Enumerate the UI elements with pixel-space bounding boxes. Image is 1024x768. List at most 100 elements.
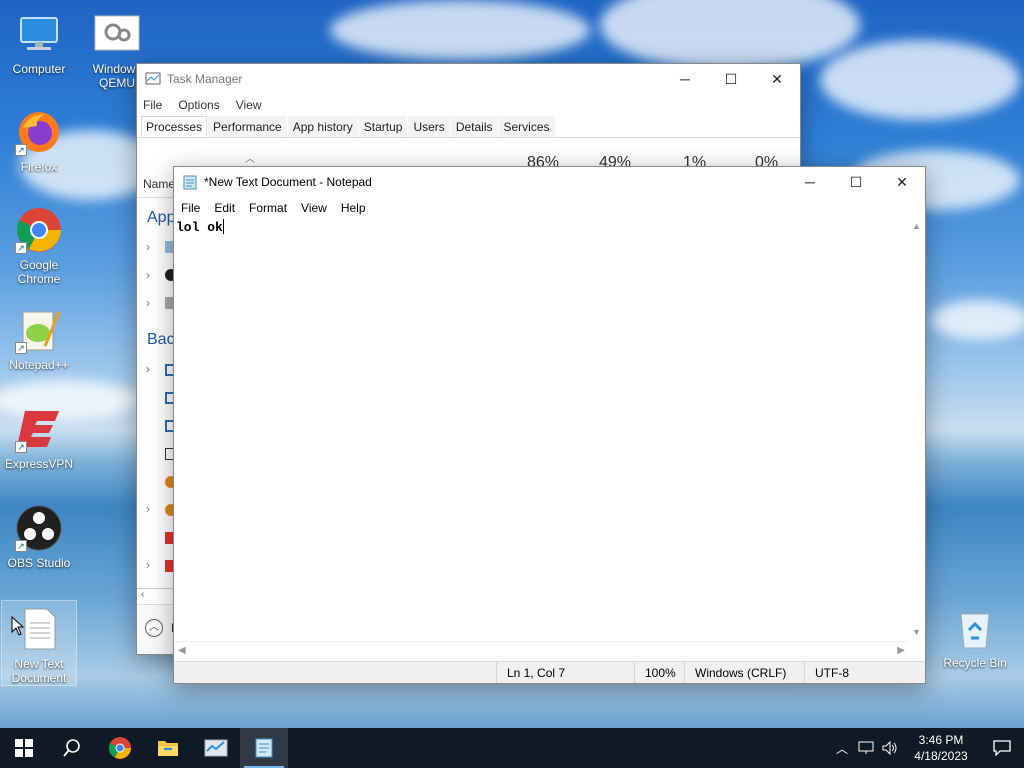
volume-icon[interactable]: [878, 741, 902, 755]
notification-icon: [993, 740, 1011, 756]
maximize-button[interactable]: ☐: [708, 64, 754, 94]
tab-details[interactable]: Details: [450, 116, 498, 137]
taskbar-task-manager[interactable]: [192, 728, 240, 768]
taskbar-file-explorer[interactable]: [144, 728, 192, 768]
search-button[interactable]: [48, 728, 96, 768]
shortcut-arrow-icon: ↗: [15, 540, 27, 552]
horizontal-scrollbar[interactable]: ◀ ▶: [174, 641, 909, 661]
status-position: Ln 1, Col 7: [496, 662, 634, 683]
desktop-icon-label: Recycle Bin: [943, 656, 1007, 670]
desktop-icon-label: Notepad++: [9, 358, 69, 372]
chrome-icon: [108, 737, 131, 759]
desktop-icon-label: ExpressVPN: [4, 457, 74, 471]
scroll-up-icon[interactable]: ▲: [912, 221, 921, 231]
tab-app-history[interactable]: App history: [287, 116, 358, 137]
name-column-header[interactable]: Name: [143, 177, 175, 191]
chrome-icon: ↗: [15, 206, 63, 254]
notepad-menubar: File Edit Format View Help: [174, 197, 925, 219]
close-icon: ✕: [896, 173, 908, 190]
desktop-icon-recycle-bin[interactable]: Recycle Bin: [937, 600, 1013, 686]
tab-startup[interactable]: Startup: [358, 116, 408, 137]
desktop-icon-notepad-plus-plus[interactable]: ↗ Notepad++: [1, 302, 77, 388]
scroll-left-icon[interactable]: ◀: [178, 645, 186, 656]
status-line-ending: Windows (CRLF): [684, 662, 804, 683]
scroll-left-icon: ‹: [141, 589, 145, 600]
scroll-right-icon[interactable]: ▶: [897, 645, 905, 656]
show-hidden-icons-chevron-icon[interactable]: ︿: [830, 740, 854, 757]
minimize-button[interactable]: ─: [662, 64, 708, 94]
tab-services[interactable]: Services: [498, 116, 555, 137]
text-editor[interactable]: lol ok: [174, 219, 909, 639]
tab-users[interactable]: Users: [408, 116, 450, 137]
maximize-icon: ☐: [724, 70, 738, 87]
windows-logo-icon: [15, 739, 33, 757]
notepad-title: *New Text Document - Notepad: [204, 175, 372, 189]
desktop-icon-label-line2: QEMU: [99, 76, 135, 90]
menu-view[interactable]: View: [236, 98, 262, 112]
menu-edit[interactable]: Edit: [214, 201, 235, 215]
vertical-scrollbar[interactable]: ▲ ▼: [909, 219, 925, 639]
expand-chevron-icon[interactable]: ›: [146, 362, 150, 376]
desktop-icon-google-chrome[interactable]: ↗ Google Chrome: [1, 202, 77, 288]
close-button[interactable]: ✕: [879, 167, 925, 197]
apps-section-heading: App: [147, 209, 176, 226]
clock-time: 3:46 PM: [918, 733, 964, 747]
expand-chevron-icon[interactable]: ›: [146, 502, 150, 516]
horizontal-scrollbar[interactable]: ‹: [137, 588, 175, 604]
menu-format[interactable]: Format: [249, 201, 287, 215]
fewer-details-icon[interactable]: ︿: [145, 619, 163, 637]
taskbar-clock[interactable]: 3:46 PM 4/18/2023: [902, 732, 980, 764]
menu-help[interactable]: Help: [341, 201, 366, 215]
desktop-icon-label: OBS Studio: [7, 556, 71, 570]
menu-file[interactable]: File: [181, 201, 200, 215]
desktop-icon-computer[interactable]: Computer: [1, 6, 77, 92]
firefox-icon: ↗: [15, 108, 63, 156]
network-icon[interactable]: [854, 741, 878, 755]
task-manager-icon: [145, 72, 161, 85]
desktop-icon-label: Firefox: [20, 160, 58, 174]
shortcut-arrow-icon: ↗: [15, 342, 27, 354]
menu-file[interactable]: File: [143, 98, 162, 112]
clock-date: 4/18/2023: [914, 749, 968, 763]
desktop-icon-firefox[interactable]: ↗ Firefox: [1, 104, 77, 190]
recycle-bin-icon: [951, 604, 999, 652]
taskbar-chrome[interactable]: [96, 728, 144, 768]
desktop-icon-obs-studio[interactable]: ↗ OBS Studio: [1, 500, 77, 586]
start-button[interactable]: [0, 728, 48, 768]
notepad-window[interactable]: *New Text Document - Notepad ─ ☐ ✕ File …: [173, 166, 926, 684]
taskbar: ︿ 3:46 PM 4/18/2023: [0, 728, 1024, 768]
mouse-pointer-icon: [11, 616, 25, 636]
menu-view[interactable]: View: [301, 201, 327, 215]
expand-chevron-icon[interactable]: ›: [146, 296, 150, 310]
minimize-button[interactable]: ─: [787, 167, 833, 197]
desktop-icon-expressvpn[interactable]: ↗ ExpressVPN: [1, 401, 77, 487]
expand-chevron-icon[interactable]: ›: [146, 558, 150, 572]
tab-performance[interactable]: Performance: [208, 116, 287, 137]
expressvpn-icon: ↗: [15, 405, 63, 453]
menu-options[interactable]: Options: [178, 98, 219, 112]
settings-gear-icon: [93, 10, 141, 58]
minimize-icon: ─: [805, 174, 815, 190]
maximize-button[interactable]: ☐: [833, 167, 879, 197]
task-manager-titlebar[interactable]: Task Manager ─ ☐ ✕: [137, 64, 800, 94]
expand-chevron-icon[interactable]: ›: [146, 240, 150, 254]
scroll-down-icon[interactable]: ▼: [912, 627, 921, 637]
close-button[interactable]: ✕: [754, 64, 800, 94]
desktop-icon-label: Computer: [12, 62, 66, 76]
tab-processes[interactable]: Processes: [141, 116, 208, 137]
shortcut-arrow-icon: ↗: [15, 441, 27, 453]
notepad-titlebar[interactable]: *New Text Document - Notepad ─ ☐ ✕: [174, 167, 925, 197]
task-manager-menubar: File Options View: [137, 94, 800, 116]
system-tray: ︿ 3:46 PM 4/18/2023: [830, 728, 1024, 768]
desktop-icon-new-text-document[interactable]: New Text Document: [1, 600, 77, 686]
notepad-statusbar: Ln 1, Col 7 100% Windows (CRLF) UTF-8: [174, 661, 925, 683]
notification-center-button[interactable]: [980, 740, 1024, 756]
sort-chevron-icon[interactable]: ︿: [245, 150, 255, 165]
taskbar-notepad[interactable]: [240, 728, 288, 768]
editor-text: lol ok: [176, 220, 223, 235]
task-manager-title: Task Manager: [167, 72, 243, 86]
expand-chevron-icon[interactable]: ›: [146, 268, 150, 282]
desktop-icon-label-line2: Chrome: [17, 272, 61, 286]
obs-studio-icon: ↗: [15, 504, 63, 552]
desktop-icon-label: Google: [19, 258, 59, 272]
